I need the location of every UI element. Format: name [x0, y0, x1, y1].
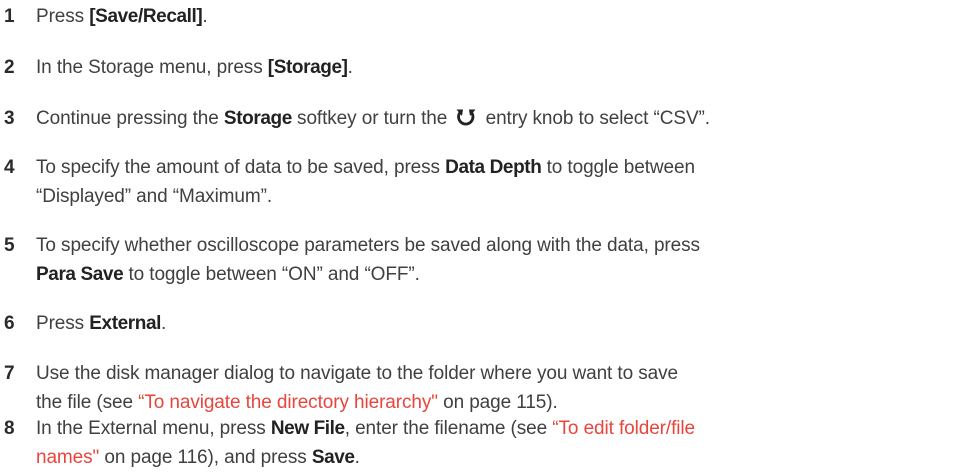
- softkey-name: Data Depth: [445, 157, 542, 178]
- softkey-name: Storage: [223, 108, 292, 129]
- step-text-continued: Para Save to toggle between “ON” and “OF…: [36, 264, 420, 285]
- step-text: In the External menu, press New File, en…: [36, 418, 695, 439]
- step-text: In the Storage menu, press [Storage].: [36, 57, 353, 78]
- step-number: 4: [4, 157, 15, 178]
- cross-reference-link-edit-names-continued[interactable]: names": [36, 447, 99, 468]
- step-text: Continue pressing the Storage softkey or…: [36, 104, 710, 136]
- softkey-name: Save: [311, 447, 355, 468]
- procedure-steps: 1 Press [Save/Recall]. 2 In the Storage …: [0, 0, 960, 468]
- entry-knob-icon: [454, 107, 478, 136]
- softkey-name: New File: [270, 418, 345, 439]
- step-number: 6: [4, 313, 15, 334]
- step-text: Press [Save/Recall].: [36, 6, 208, 27]
- softkey-name: External: [89, 313, 162, 334]
- front-panel-key: [Save/Recall]: [89, 6, 203, 27]
- softkey-name: Para Save: [36, 264, 124, 285]
- step-text: To specify whether oscilloscope paramete…: [36, 235, 700, 256]
- step-text: Use the disk manager dialog to navigate …: [36, 363, 678, 384]
- step-number: 3: [4, 108, 15, 129]
- step-text: To specify the amount of data to be save…: [36, 157, 695, 178]
- step-number: 2: [4, 57, 15, 78]
- step-number: 5: [4, 235, 15, 256]
- cross-reference-link-directory-hierarchy[interactable]: “To navigate the directory hierarchy": [138, 392, 438, 413]
- step-text-continued: the file (see “To navigate the directory…: [36, 392, 558, 413]
- front-panel-key: [Storage]: [267, 57, 348, 78]
- step-number: 1: [4, 6, 15, 27]
- step-number: 8: [4, 418, 15, 439]
- step-number: 7: [4, 363, 15, 384]
- step-text: Press External.: [36, 313, 167, 334]
- cross-reference-link-edit-names[interactable]: “To edit folder/file: [552, 418, 695, 439]
- step-text-continued: “Displayed” and “Maximum”.: [36, 186, 273, 207]
